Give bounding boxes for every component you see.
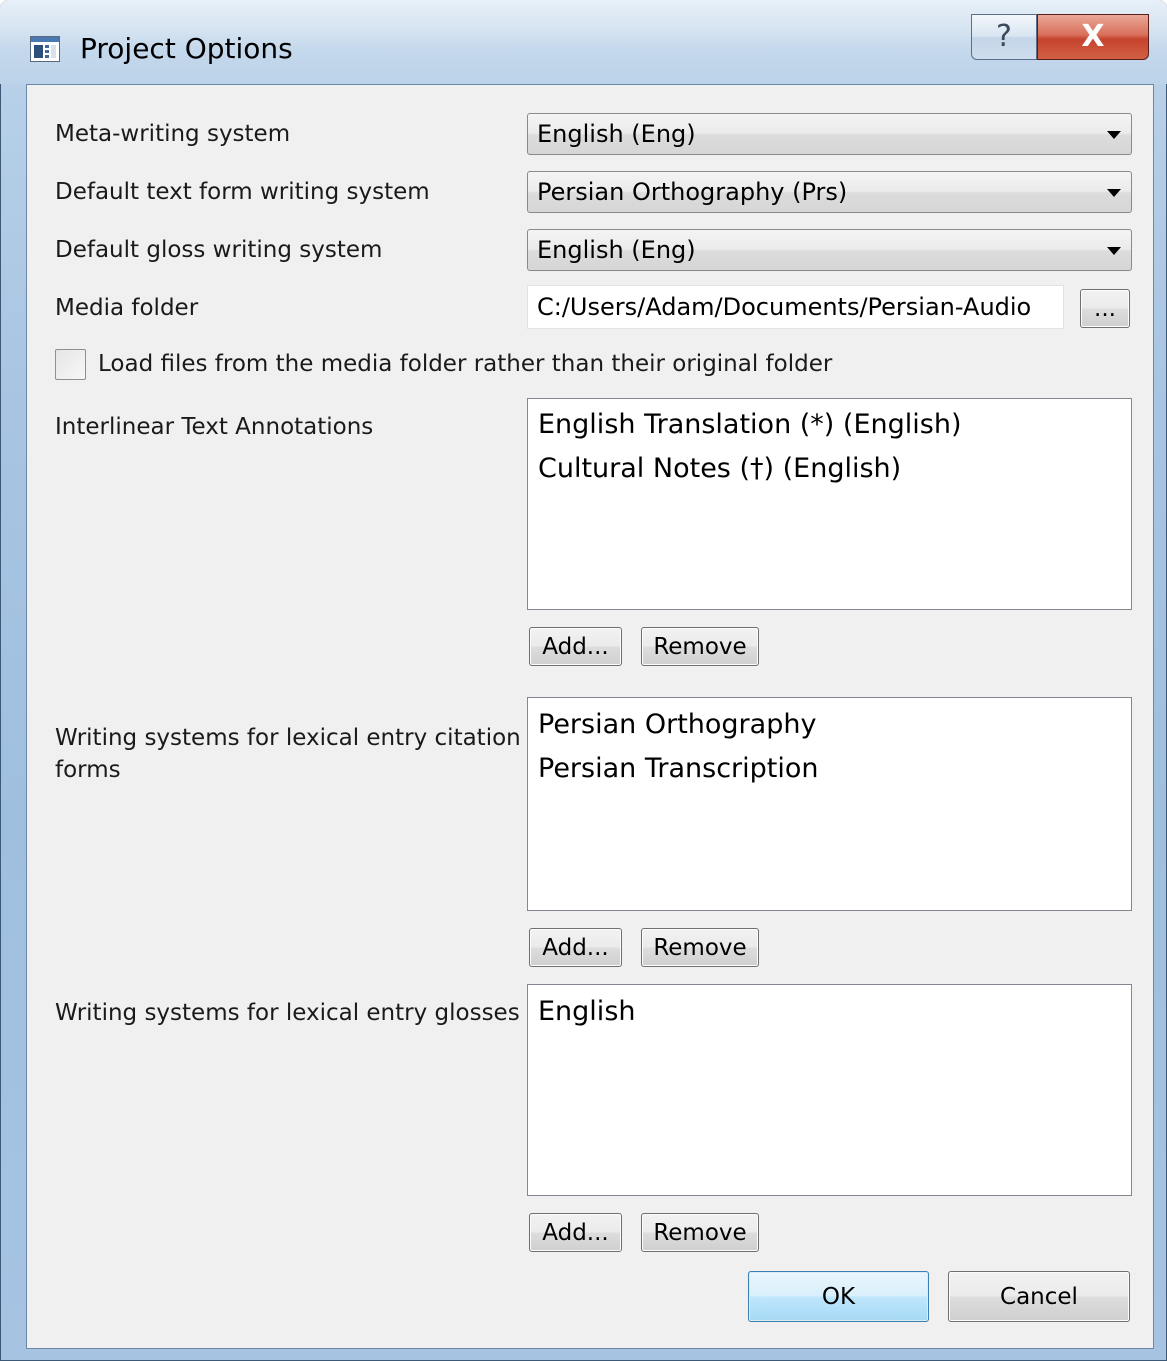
media-folder-input[interactable]: [528, 286, 1063, 328]
interlinear-remove-button[interactable]: Remove: [641, 627, 759, 666]
default-gloss-ws-label: Default gloss writing system: [55, 237, 383, 263]
default-text-form-ws-label: Default text form writing system: [55, 179, 430, 205]
citation-forms-label-continued: forms: [55, 757, 121, 783]
list-item[interactable]: Cultural Notes (†) (English): [538, 451, 901, 487]
default-text-form-ws-combo[interactable]: Persian Orthography (Prs): [527, 171, 1132, 213]
load-from-media-checkbox[interactable]: [55, 349, 86, 380]
citation-forms-add-button[interactable]: Add...: [529, 928, 622, 967]
window-title: Project Options: [80, 32, 293, 65]
interlinear-add-button[interactable]: Add...: [529, 627, 622, 666]
browse-media-folder-button[interactable]: ...: [1080, 289, 1130, 328]
citation-forms-label: Writing systems for lexical entry citati…: [55, 725, 521, 751]
meta-writing-system-combo[interactable]: English (Eng): [527, 113, 1132, 155]
meta-writing-system-label: Meta-writing system: [55, 121, 291, 147]
glosses-add-button[interactable]: Add...: [529, 1213, 622, 1252]
application-window-icon: [30, 36, 60, 62]
default-gloss-ws-value: English (Eng): [537, 236, 696, 264]
glosses-label: Writing systems for lexical entry glosse…: [55, 1000, 520, 1026]
interlinear-annotations-list[interactable]: English Translation (*) (English) Cultur…: [527, 398, 1132, 610]
chevron-down-icon: [1107, 189, 1121, 197]
glosses-list[interactable]: English: [527, 984, 1132, 1196]
help-button[interactable]: ?: [971, 14, 1037, 60]
title-bar[interactable]: Project Options ? X: [0, 0, 1167, 84]
media-folder-label: Media folder: [55, 295, 199, 321]
list-item[interactable]: English Translation (*) (English): [538, 407, 961, 443]
list-item[interactable]: Persian Transcription: [538, 751, 819, 787]
media-folder-field[interactable]: [527, 285, 1064, 329]
close-icon: X: [1081, 19, 1105, 54]
citation-forms-list[interactable]: Persian Orthography Persian Transcriptio…: [527, 697, 1132, 911]
list-item[interactable]: English: [538, 994, 636, 1030]
interlinear-annotations-label: Interlinear Text Annotations: [55, 414, 374, 440]
list-item[interactable]: Persian Orthography: [538, 707, 816, 743]
default-text-form-ws-value: Persian Orthography (Prs): [537, 178, 848, 206]
chevron-down-icon: [1107, 247, 1121, 255]
help-icon: ?: [996, 19, 1012, 54]
ok-button[interactable]: OK: [748, 1271, 929, 1322]
meta-writing-system-value: English (Eng): [537, 120, 696, 148]
load-from-media-label: Load files from the media folder rather …: [98, 351, 833, 377]
glosses-remove-button[interactable]: Remove: [641, 1213, 759, 1252]
close-button[interactable]: X: [1037, 14, 1149, 60]
citation-forms-remove-button[interactable]: Remove: [641, 928, 759, 967]
default-gloss-ws-combo[interactable]: English (Eng): [527, 229, 1132, 271]
chevron-down-icon: [1107, 131, 1121, 139]
cancel-button[interactable]: Cancel: [948, 1271, 1130, 1322]
